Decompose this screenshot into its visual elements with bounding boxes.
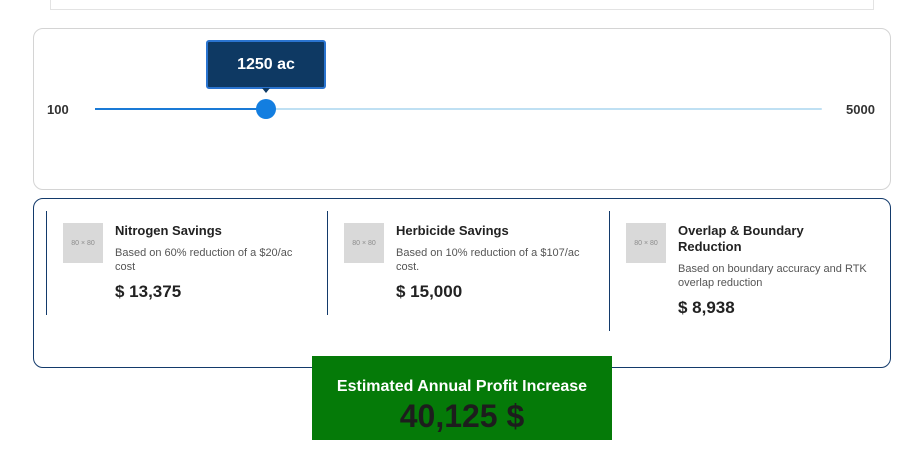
- saving-amount: $ 15,000: [396, 282, 463, 301]
- saving-title: Herbicide Savings: [396, 223, 509, 238]
- saving-title: Overlap & Boundary Reduction: [678, 223, 804, 254]
- saving-item-overlap-boundary: 80 × 80 Overlap & Boundary Reduction Bas…: [609, 211, 879, 331]
- slider-value-text: 1250 ac: [237, 55, 295, 73]
- nitrogen-image-placeholder: 80 × 80: [63, 223, 103, 263]
- slider-max-label: 5000: [846, 102, 875, 117]
- slider-track[interactable]: [95, 99, 822, 119]
- saving-item-nitrogen: 80 × 80 Nitrogen Savings Based on 60% re…: [46, 211, 326, 315]
- saving-item-herbicide: 80 × 80 Herbicide Savings Based on 10% r…: [327, 211, 607, 315]
- acreage-slider-card: 100 5000 1250 ac: [33, 28, 891, 190]
- saving-amount: $ 13,375: [115, 282, 182, 301]
- herbicide-image-placeholder: 80 × 80: [344, 223, 384, 263]
- profit-summary-box: Estimated Annual Profit Increase 40,125 …: [312, 356, 612, 440]
- saving-description: Based on boundary accuracy and RTK overl…: [678, 263, 867, 289]
- tooltip-arrow: [262, 88, 270, 93]
- slider-min-label: 100: [47, 102, 69, 117]
- profit-label: Estimated Annual Profit Increase: [336, 378, 588, 395]
- slider-track-fill: [95, 108, 266, 110]
- saving-description: Based on 10% reduction of a $107/ac cost…: [396, 247, 580, 273]
- top-panel: [50, 0, 874, 10]
- savings-card: 80 × 80 Nitrogen Savings Based on 60% re…: [33, 198, 891, 368]
- saving-title: Nitrogen Savings: [115, 223, 222, 238]
- profit-value: 40,125 $: [399, 398, 525, 434]
- saving-amount: $ 8,938: [678, 298, 735, 317]
- slider-value-tooltip: 1250 ac: [206, 40, 326, 89]
- saving-description: Based on 60% reduction of a $20/ac cost: [115, 247, 293, 273]
- overlap-image-placeholder: 80 × 80: [626, 223, 666, 263]
- slider-thumb[interactable]: [255, 99, 276, 119]
